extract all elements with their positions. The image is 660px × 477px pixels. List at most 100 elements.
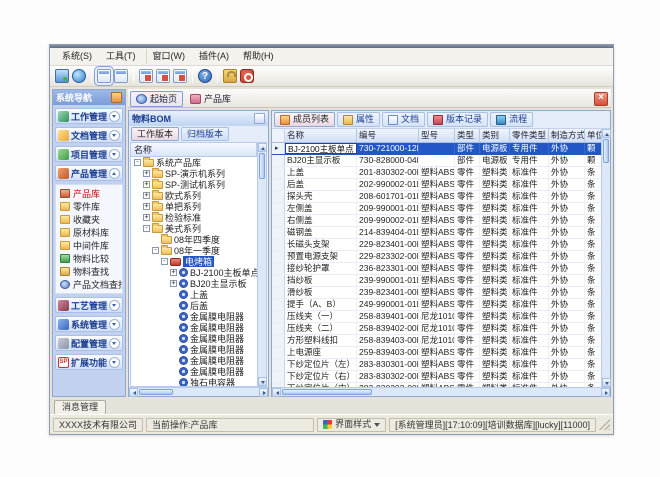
scroll-right-icon[interactable] xyxy=(259,388,268,397)
tree-toggle-icon[interactable]: + xyxy=(143,192,150,199)
column-header[interactable]: 类型 xyxy=(455,129,480,142)
tree-node[interactable]: + BJ20主显示板 xyxy=(131,278,257,289)
sidebar-group[interactable]: 扩展功能 xyxy=(55,354,123,370)
menu-item[interactable]: 窗口(W) xyxy=(146,49,192,64)
window-icon[interactable] xyxy=(97,69,111,83)
tree-toggle-icon[interactable]: - xyxy=(152,247,159,254)
member-tab[interactable]: 文档 xyxy=(382,112,425,127)
scroll-left-icon[interactable] xyxy=(129,388,138,397)
tree-node[interactable]: 金属膜电阻器 xyxy=(131,344,257,355)
window-export-icon[interactable] xyxy=(156,69,170,83)
tree-node[interactable]: 金属膜电阻器 xyxy=(131,311,257,322)
grid-row[interactable]: 长磁头支架 229-823401-00E 塑料ABS 零件 塑料类 标准件 外协… xyxy=(272,239,601,251)
chevron-up-icon[interactable] xyxy=(109,168,120,179)
tree-node[interactable]: - 美式系列 xyxy=(131,223,257,234)
tree-node[interactable]: - 电烤箱 xyxy=(131,256,257,267)
column-header[interactable]: 型号 xyxy=(419,129,455,142)
globe-icon[interactable] xyxy=(72,69,86,83)
sidebar-group[interactable]: 项目管理 xyxy=(55,146,123,162)
separator[interactable] xyxy=(91,70,92,83)
chevron-down-icon[interactable] xyxy=(109,338,120,349)
tree-toggle-icon[interactable]: - xyxy=(161,258,168,265)
tree-node[interactable]: - 08年一季度 xyxy=(131,245,257,256)
tree-node[interactable]: 金属膜电阻器 xyxy=(131,322,257,333)
column-header[interactable]: 制造方式 xyxy=(549,129,585,142)
grid-row[interactable]: 下纱定位片（左） 283-830301-00E 塑料ABS 零件 塑料类 标准件… xyxy=(272,359,601,371)
column-header[interactable]: 名称 xyxy=(285,129,357,142)
document-tab[interactable]: 产品库 xyxy=(185,92,236,106)
scroll-thumb[interactable] xyxy=(282,389,372,395)
sidebar-group[interactable]: 系统管理 xyxy=(55,316,123,332)
column-header[interactable]: 单位 xyxy=(585,129,601,142)
menu-item[interactable]: 帮助(H) xyxy=(237,49,280,64)
sidebar-item[interactable]: 中间件库 xyxy=(60,239,122,251)
bom-version-tab[interactable]: 归档版本 xyxy=(181,127,229,141)
chevron-down-icon[interactable] xyxy=(109,300,120,311)
column-header[interactable]: 类别 xyxy=(480,129,510,142)
member-tab[interactable]: 属性 xyxy=(337,112,380,127)
style-selector[interactable]: 界面样式 xyxy=(317,418,386,432)
tree-node[interactable]: + 检验标准 xyxy=(131,212,257,223)
chevron-down-icon[interactable] xyxy=(109,130,120,141)
separator[interactable] xyxy=(192,70,193,83)
scroll-thumb[interactable] xyxy=(603,139,609,163)
tree-node[interactable]: 金属膜电阻器 xyxy=(131,366,257,377)
tree-horizontal-scrollbar[interactable] xyxy=(129,387,268,396)
sidebar-item[interactable]: 收藏夹 xyxy=(60,213,122,225)
help-icon[interactable] xyxy=(198,69,212,83)
sidebar-item[interactable]: 产品文档查找 xyxy=(60,278,122,290)
tree-toggle-icon[interactable]: - xyxy=(134,159,141,166)
tree-node[interactable]: + SP-测试机系列 xyxy=(131,179,257,190)
tree-node[interactable]: + 单把系列 xyxy=(131,201,257,212)
scroll-up-icon[interactable] xyxy=(258,143,267,152)
sidebar-item[interactable]: 零件库 xyxy=(60,200,122,212)
sidebar-item[interactable]: 物料查找 xyxy=(60,265,122,277)
bom-version-tab[interactable]: 工作版本 xyxy=(131,127,179,141)
tree-toggle-icon[interactable]: + xyxy=(143,203,150,210)
scroll-up-icon[interactable] xyxy=(602,129,611,138)
grid-row[interactable]: 预置电源支架 229-823302-00E 塑料ABS 零件 塑料类 标准件 外… xyxy=(272,251,601,263)
tree-node[interactable]: 08年四季度 xyxy=(131,234,257,245)
tree-column-header[interactable]: 名称 xyxy=(131,143,257,157)
window-grid-icon[interactable] xyxy=(114,69,128,83)
sidebar-item[interactable]: 原材料库 xyxy=(60,226,122,238)
grid-row[interactable]: 方形塑料线扣 258-839403-00E 尼龙1010 零件 塑料类 标准件 … xyxy=(272,335,601,347)
power-icon[interactable] xyxy=(240,69,254,83)
grid-row[interactable]: 探头壳 208-601701-01E 塑料ABS 零件 塑料类 标准件 外协 条 xyxy=(272,191,601,203)
tree-node[interactable]: + SP-演示机系列 xyxy=(131,168,257,179)
tree-toggle-icon[interactable]: + xyxy=(170,280,177,287)
sidebar-item[interactable]: 物料比较 xyxy=(60,252,122,264)
lock-icon[interactable] xyxy=(223,69,237,83)
scroll-down-icon[interactable] xyxy=(258,377,267,386)
tree-node[interactable]: 金属膜电阻器 xyxy=(131,355,257,366)
message-tab[interactable]: 消息管理 xyxy=(54,400,106,414)
tree-node[interactable]: 上盖 xyxy=(131,289,257,300)
sidebar-item[interactable]: 产品库 xyxy=(60,187,122,199)
chevron-down-icon[interactable] xyxy=(109,319,120,330)
tree-toggle-icon[interactable]: - xyxy=(143,225,150,232)
tree-toggle-icon[interactable]: + xyxy=(170,269,177,276)
tree-node[interactable]: - 系统产品库 xyxy=(131,157,257,168)
tree-toggle-icon[interactable]: + xyxy=(143,214,150,221)
column-header[interactable]: 编号 xyxy=(357,129,419,142)
column-header[interactable]: 零件类型 xyxy=(510,129,549,142)
grid-row[interactable]: 压线夹（一） 258-839401-00E 尼龙1010 零件 塑料类 标准件 … xyxy=(272,311,601,323)
sidebar-group-product[interactable]: 产品管理 xyxy=(55,165,123,181)
tree-toggle-icon[interactable]: + xyxy=(143,170,150,177)
close-icon[interactable] xyxy=(594,92,608,106)
sidebar-group[interactable]: 工艺管理 xyxy=(55,297,123,313)
grid-row[interactable]: 上电源座 259-839403-00E 塑料ABS 零件 塑料类 标准件 外协 … xyxy=(272,347,601,359)
document-tab[interactable]: 起始页 xyxy=(130,91,183,107)
grid-vertical-scrollbar[interactable] xyxy=(601,129,610,387)
scroll-down-icon[interactable] xyxy=(602,378,611,387)
window-close-icon[interactable] xyxy=(139,69,153,83)
grid-row[interactable]: 磁钢盖 214-839404-01E 塑料ABS 零件 塑料类 标准件 外协 条 xyxy=(272,227,601,239)
tree-node[interactable]: + BJ-2100主板单点 xyxy=(131,267,257,278)
grid-row[interactable]: 右侧盖 209-990002-01E 塑料ABS 零件 塑料类 标准件 外协 条 xyxy=(272,215,601,227)
menu-item[interactable]: 系统(S) xyxy=(56,49,98,64)
grid-row[interactable]: 滑纱板 239-823401-00E 塑料ABS 零件 塑料类 标准件 外协 条 xyxy=(272,287,601,299)
scroll-left-icon[interactable] xyxy=(272,388,281,397)
panel-menu-icon[interactable] xyxy=(254,113,265,124)
scroll-right-icon[interactable] xyxy=(601,388,610,397)
chevron-down-icon[interactable] xyxy=(109,149,120,160)
